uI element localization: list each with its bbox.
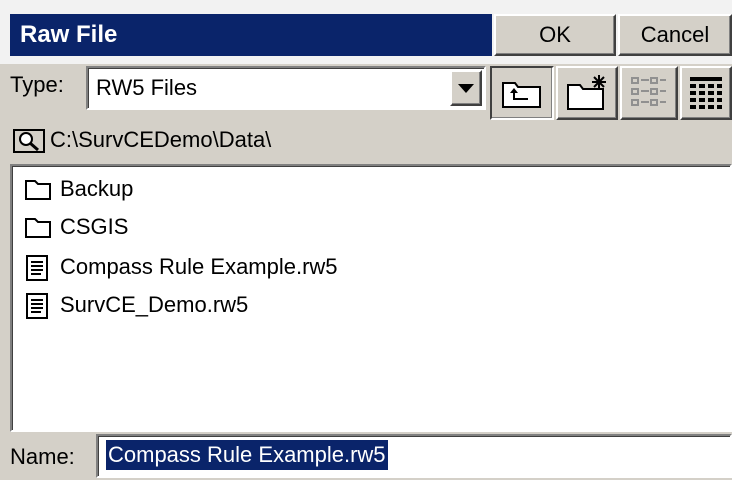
list-item[interactable]: Backup — [24, 172, 133, 206]
name-label: Name: — [10, 444, 75, 469]
type-label: Type: — [10, 72, 64, 97]
dropdown-button[interactable] — [450, 70, 482, 106]
details-view-icon — [690, 77, 722, 109]
details-view-button[interactable] — [680, 66, 732, 120]
up-folder-icon — [502, 82, 541, 108]
cancel-button[interactable]: Cancel — [618, 14, 732, 56]
list-item-label: Compass Rule Example.rw5 — [60, 254, 338, 279]
list-item-label: CSGIS — [60, 214, 129, 239]
dialog-title: Raw File — [20, 21, 118, 48]
type-dropdown-value: RW5 Files — [96, 75, 198, 100]
list-item[interactable]: SurvCE_Demo.rw5 — [24, 288, 248, 322]
list-item-label: SurvCE_Demo.rw5 — [60, 292, 249, 317]
list-view-button[interactable] — [620, 66, 678, 120]
folder-icon — [24, 214, 52, 240]
chevron-down-icon — [458, 83, 474, 93]
current-path: C:\SurvCEDemo\Data\ — [50, 127, 272, 152]
name-input-value: Compass Rule Example.rw5 — [106, 440, 388, 470]
list-item[interactable]: CSGIS — [24, 210, 128, 244]
up-folder-button[interactable] — [490, 66, 554, 120]
list-item[interactable]: Compass Rule Example.rw5 — [24, 250, 338, 284]
list-item-label: Backup — [60, 176, 134, 201]
magnifier-folder-icon — [12, 126, 48, 156]
folder-icon — [24, 176, 52, 202]
file-icon — [24, 292, 52, 319]
new-folder-icon — [567, 75, 606, 110]
new-folder-button[interactable] — [556, 66, 618, 120]
file-list[interactable]: Backup CSGIS Compass Rule Example.rw5 Su… — [10, 164, 732, 432]
file-icon — [24, 254, 52, 281]
list-view-icon — [631, 77, 666, 106]
ok-button[interactable]: OK — [494, 14, 616, 56]
